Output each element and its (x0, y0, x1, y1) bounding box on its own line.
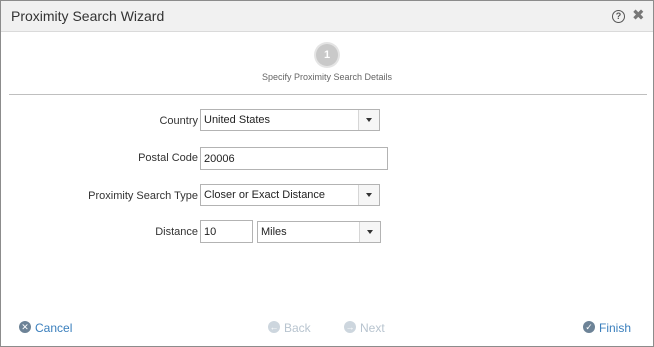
x-circle-icon: ✕ (19, 321, 31, 333)
chevron-down-icon[interactable] (358, 185, 379, 205)
finish-button[interactable]: ✓ Finish (583, 321, 639, 337)
country-value: United States (204, 114, 271, 126)
search-type-label: Proximity Search Type (88, 190, 198, 202)
distance-value: 10 (204, 226, 217, 238)
postal-code-label: Postal Code (138, 152, 198, 164)
arrow-right-circle-icon: → (344, 321, 356, 333)
search-type-value: Closer or Exact Distance (204, 189, 326, 201)
check-circle-icon: ✓ (583, 321, 595, 333)
back-label: Back (284, 321, 311, 335)
search-type-select[interactable]: Closer or Exact Distance (200, 184, 380, 206)
next-button[interactable]: → Next (344, 321, 394, 337)
help-icon[interactable]: ? (612, 10, 625, 23)
chevron-down-icon[interactable] (359, 222, 380, 242)
distance-label: Distance (155, 226, 198, 238)
distance-unit-value: Miles (261, 226, 287, 238)
cancel-label: Cancel (35, 321, 73, 335)
postal-code-input[interactable]: 20006 (200, 147, 388, 170)
cancel-button[interactable]: ✕ Cancel (19, 321, 79, 337)
country-select[interactable]: United States (200, 109, 380, 131)
divider (9, 94, 647, 95)
distance-unit-select[interactable]: Miles (257, 221, 381, 243)
back-button[interactable]: ← Back (268, 321, 318, 337)
distance-input[interactable]: 10 (200, 220, 253, 243)
chevron-down-icon[interactable] (358, 110, 379, 130)
finish-label: Finish (599, 321, 632, 335)
next-label: Next (360, 321, 385, 335)
dialog-title: Proximity Search Wizard (11, 8, 165, 24)
arrow-left-circle-icon: ← (268, 321, 280, 333)
title-bar: Proximity Search Wizard ? ✖ (1, 1, 653, 32)
country-label: Country (159, 115, 198, 127)
postal-code-value: 20006 (204, 153, 235, 165)
step-indicator: 1 (316, 44, 338, 66)
close-icon[interactable]: ✖ (632, 7, 645, 25)
proximity-search-dialog: Proximity Search Wizard ? ✖ 1 Specify Pr… (0, 0, 654, 347)
step-label: Specify Proximity Search Details (261, 72, 393, 82)
